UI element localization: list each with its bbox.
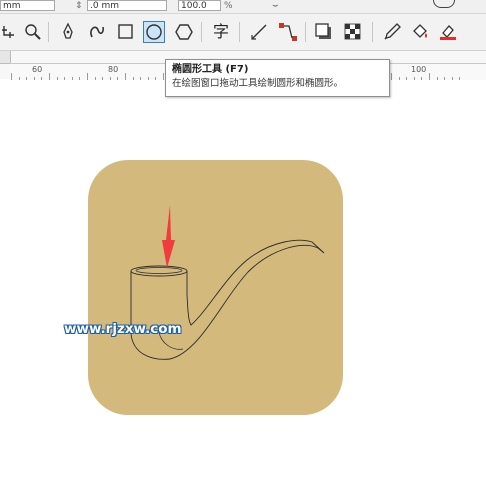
ruler-tick xyxy=(87,73,88,80)
eyedropper-icon[interactable] xyxy=(381,21,403,43)
tooltip-description: 在绘图窗口拖动工具绘制圆形和椭圆形。 xyxy=(172,78,344,89)
pen-tool-icon[interactable] xyxy=(57,21,79,43)
ruler-tick xyxy=(163,73,164,80)
drop-shadow-icon[interactable] xyxy=(313,21,335,43)
rectangle-tool-icon[interactable] xyxy=(115,21,137,43)
tooltip: 椭圆形工具 (F7) 在绘图窗口拖动工具绘制圆形和椭圆形。 xyxy=(165,59,390,97)
fill-bucket-icon[interactable] xyxy=(409,21,431,43)
tooltip-title: 椭圆形工具 (F7) xyxy=(172,64,249,75)
smart-fill-icon[interactable] xyxy=(437,21,459,43)
scale-field[interactable]: 100.0 xyxy=(178,0,221,11)
property-bar: mm ⇕ .0 mm 100.0 % ⌣ xyxy=(0,0,486,14)
unit-field[interactable]: mm xyxy=(0,0,55,11)
crop-tool-icon[interactable] xyxy=(0,21,22,43)
lock-ratio-icon[interactable]: ⇕ xyxy=(75,0,83,12)
ruler-tick xyxy=(125,73,126,80)
ruler-label: 100 xyxy=(411,65,427,74)
artistic-media-icon[interactable] xyxy=(86,21,108,43)
ruler-tick xyxy=(49,73,50,80)
ruler-label: 60 xyxy=(32,65,43,74)
rotate-icon[interactable]: ⌣ xyxy=(272,0,279,12)
parallel-dimension-icon[interactable] xyxy=(248,21,270,43)
drawing-canvas[interactable]: www.rjzxw.com xyxy=(0,80,486,478)
rounded-square-tile xyxy=(88,160,343,415)
percent-label: % xyxy=(224,1,233,11)
watermark-text: www.rjzxw.com xyxy=(64,321,182,337)
ruler-tick xyxy=(391,73,392,80)
ruler-tick xyxy=(429,73,430,80)
connector-tool-icon[interactable] xyxy=(277,21,299,43)
polygon-tool-icon[interactable] xyxy=(173,21,195,43)
canvas-drawing xyxy=(88,160,343,415)
width-field[interactable]: .0 mm xyxy=(87,0,167,11)
ruler-label: 80 xyxy=(108,65,119,74)
zoom-tool-icon[interactable] xyxy=(22,21,44,43)
text-tool-icon[interactable]: 字 xyxy=(210,21,232,43)
toolbox: 字 xyxy=(0,14,486,51)
ruler-tick xyxy=(11,73,12,80)
ellipse-tool-icon[interactable] xyxy=(143,21,165,43)
outline-circle-icon[interactable] xyxy=(433,0,455,8)
transparency-icon[interactable] xyxy=(342,21,364,43)
